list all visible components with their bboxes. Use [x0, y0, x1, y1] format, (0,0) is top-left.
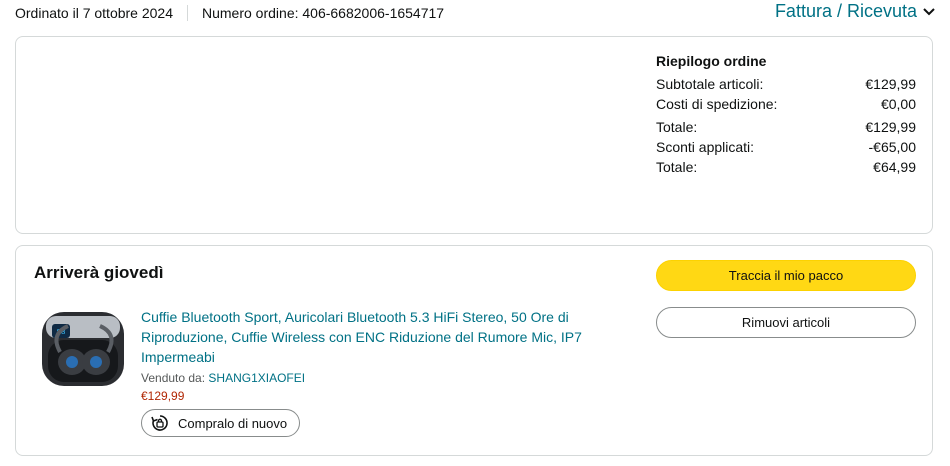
product-info: Cuffie Bluetooth Sport, Auricolari Bluet…	[141, 307, 611, 438]
seller-label: Venduto da:	[141, 371, 206, 385]
summary-row-grand-total: Totale: €64,99	[656, 157, 916, 177]
order-summary-card: Riepilogo ordine Subtotale articoli: €12…	[15, 36, 933, 234]
summary-row-shipping: Costi di spedizione: €0,00	[656, 94, 916, 114]
summary-label: Subtotale articoli:	[656, 76, 764, 92]
buy-again-label: Compralo di nuovo	[178, 415, 288, 431]
order-number: Numero ordine: 406-6682006-1654717	[202, 5, 445, 21]
order-header: Ordinato il 7 ottobre 2024 Numero ordine…	[15, 0, 935, 28]
chevron-down-icon	[923, 7, 935, 16]
delivery-status: Arriverà giovedì	[34, 263, 164, 282]
summary-label: Costi di spedizione:	[656, 96, 778, 112]
remove-items-button[interactable]: Rimuovi articoli	[656, 307, 916, 338]
summary-row-subtotal: Subtotale articoli: €129,99	[656, 74, 916, 94]
track-package-label: Traccia il mio pacco	[728, 268, 844, 283]
product-title-link[interactable]: Cuffie Bluetooth Sport, Auricolari Bluet…	[141, 307, 611, 367]
seller-link[interactable]: SHANG1XIAOFEI	[208, 371, 305, 385]
invoice-link-label: Fattura / Ricevuta	[774, 1, 917, 21]
order-summary-title: Riepilogo ordine	[656, 53, 767, 69]
summary-value: -€65,00	[868, 139, 916, 155]
remove-items-label: Rimuovi articoli	[741, 315, 831, 330]
product-image[interactable]: 88	[38, 304, 128, 394]
invoice-link[interactable]: Fattura / Ricevuta	[775, 1, 935, 22]
product-price: €129,99	[141, 389, 185, 403]
divider	[187, 5, 188, 21]
order-meta: Ordinato il 7 ottobre 2024 Numero ordine…	[15, 5, 444, 21]
order-date: Ordinato il 7 ottobre 2024	[15, 5, 173, 21]
summary-value: €129,99	[865, 119, 916, 135]
shipment-card: Arriverà giovedì 88 Cuffie Bluetooth Spo…	[15, 245, 933, 456]
summary-label: Totale:	[656, 119, 698, 135]
order-summary: Riepilogo ordine Subtotale articoli: €12…	[656, 53, 916, 177]
buy-again-button[interactable]: Compralo di nuovo	[141, 409, 301, 437]
summary-label: Totale:	[656, 159, 698, 175]
summary-row-total: Totale: €129,99	[656, 117, 916, 137]
summary-value: €129,99	[865, 76, 916, 92]
seller-info: Venduto da: SHANG1XIAOFEI	[141, 371, 611, 385]
summary-value: €64,99	[873, 159, 916, 175]
buy-again-icon	[150, 413, 170, 433]
summary-row-discounts: Sconti applicati: -€65,00	[656, 137, 916, 157]
summary-value: €0,00	[880, 96, 916, 112]
summary-label: Sconti applicati:	[656, 139, 755, 155]
track-package-button[interactable]: Traccia il mio pacco	[656, 260, 916, 291]
